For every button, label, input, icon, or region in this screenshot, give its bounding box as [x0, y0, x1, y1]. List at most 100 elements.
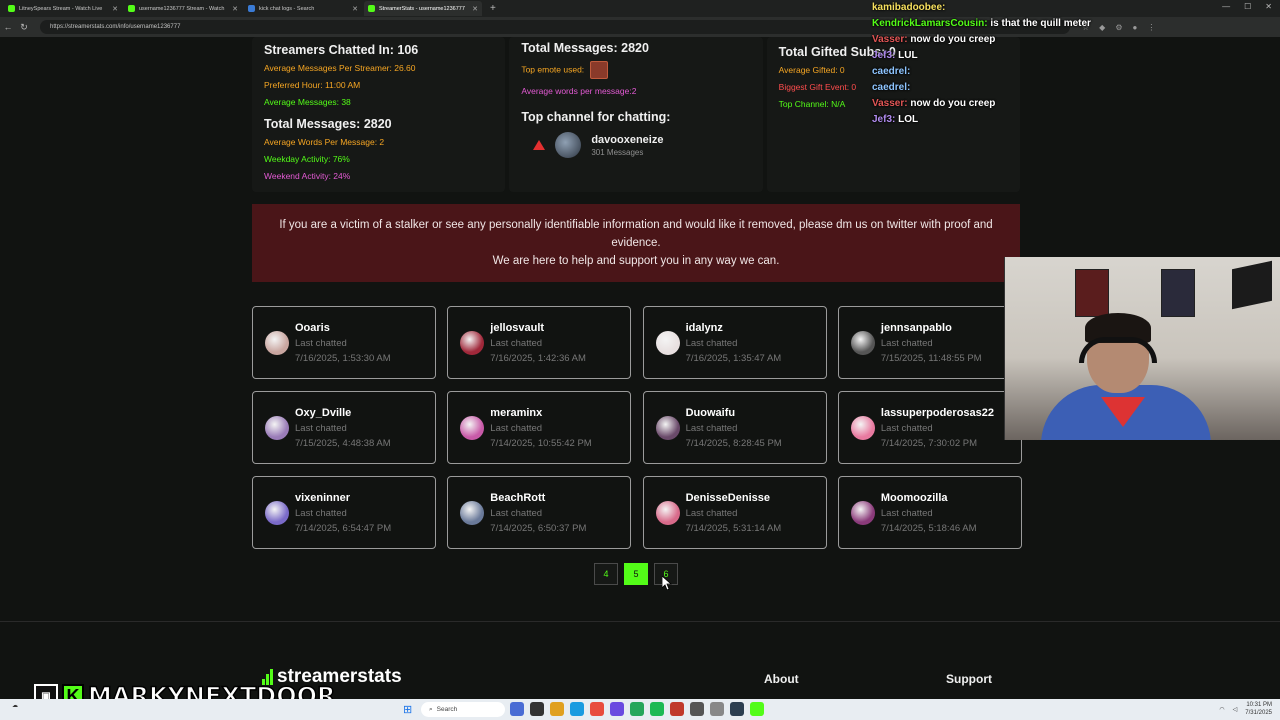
- user-card[interactable]: Moomoozilla Last chatted 7/14/2025, 5:18:4…: [837, 476, 1022, 549]
- user-avatar: [655, 500, 680, 525]
- last-chatted-label: Last chatted: [490, 507, 543, 519]
- chat-message: caedrel:: [872, 80, 1112, 96]
- browser-tab-0[interactable]: LitneySpears Stream - Watch Live ✕: [4, 1, 122, 16]
- app-icon-1[interactable]: [510, 702, 524, 716]
- app-icon-3[interactable]: [550, 702, 564, 716]
- settings-icon[interactable]: ⚙: [1115, 23, 1122, 32]
- last-chatted-date: 7/16/2025, 1:53:30 AM: [295, 352, 391, 364]
- avg-per-streamer: Average Messages Per Streamer: 26.60: [264, 63, 416, 73]
- back-icon[interactable]: ←: [0, 22, 16, 32]
- chat-text: LUL: [898, 50, 918, 61]
- chat-username: Vasser:: [872, 98, 908, 109]
- reload-icon[interactable]: ↻: [16, 22, 32, 33]
- user-card[interactable]: lassuperpoderosas22 Last chatted 7/14/2025…: [837, 391, 1022, 464]
- top-channel-item[interactable]: davooxeneize 301 Messages: [521, 132, 750, 158]
- last-chatted-date: 7/16/2025, 1:42:36 AM: [490, 352, 586, 364]
- wall-poster-2: [1161, 269, 1195, 317]
- page-button-5[interactable]: 5: [624, 563, 648, 585]
- tab-close-icon[interactable]: ✕: [352, 5, 358, 13]
- chat-message: Vasser: now do you creep: [872, 96, 1112, 112]
- user-avatar: [460, 330, 485, 355]
- footer-about-heading: About: [764, 672, 799, 686]
- tab-favicon-icon: [368, 5, 375, 12]
- monitor-shape: [1232, 260, 1272, 310]
- app-icon-7[interactable]: [630, 702, 644, 716]
- chat-username: Jef3:: [872, 114, 896, 125]
- taskbar-clock[interactable]: 10:31 PM 7/31/2025: [1245, 701, 1272, 717]
- privacy-banner: If you are a victim of a stalker or see …: [252, 204, 1020, 282]
- last-chatted-label: Last chatted: [490, 422, 543, 434]
- tab-favicon-icon: [248, 5, 255, 12]
- browser-tab-2[interactable]: kick chat logs - Search ✕: [244, 1, 362, 16]
- chat-username: KendrickLamarsCousin:: [872, 18, 988, 29]
- user-card[interactable]: Duowaifu Last chatted 7/14/2025, 8:28:45 P…: [642, 391, 827, 464]
- user-avatar: [850, 500, 875, 525]
- maximize-icon[interactable]: ☐: [1244, 2, 1251, 11]
- last-chatted-label: Last chatted: [880, 422, 933, 434]
- user-name: meraminx: [490, 406, 543, 419]
- app-icon-6[interactable]: [610, 702, 624, 716]
- streamers-chatted-heading: Streamers Chatted In: 106: [264, 43, 419, 57]
- weekday-activity: Weekday Activity: 76%: [264, 154, 350, 164]
- wifi-icon[interactable]: ◠: [1219, 706, 1224, 713]
- profile-icon[interactable]: ●: [1133, 23, 1138, 32]
- user-card[interactable]: Ooaris Last chatted 7/16/2025, 1:53:30 AM: [252, 306, 436, 379]
- user-card[interactable]: meraminx Last chatted 7/14/2025, 10:55:42 …: [447, 391, 632, 464]
- banner-text-1: If you are a victim of a stalker or see …: [279, 219, 993, 249]
- user-card[interactable]: jellosvault Last chatted 7/16/2025, 1:42:3…: [447, 306, 632, 379]
- weather-icon[interactable]: ☁: [12, 702, 18, 709]
- last-chatted-date: 7/15/2025, 4:48:38 AM: [295, 437, 391, 449]
- chat-username: caedrel:: [872, 82, 911, 93]
- app-icon-11[interactable]: [710, 702, 724, 716]
- last-chatted-date: 7/14/2025, 7:30:02 PM: [880, 437, 978, 449]
- app-icon-9[interactable]: [670, 702, 684, 716]
- app-icon-4[interactable]: [570, 702, 584, 716]
- user-card[interactable]: BeachRott Last chatted 7/14/2025, 6:50:37 …: [447, 476, 632, 549]
- start-icon[interactable]: ⊞: [403, 703, 415, 716]
- user-card[interactable]: idalynz Last chatted 7/16/2025, 1:35:47 AM: [642, 306, 827, 379]
- last-chatted-date: 7/16/2025, 1:35:47 AM: [685, 352, 782, 364]
- menu-icon[interactable]: ⋮: [1147, 23, 1155, 32]
- volume-icon[interactable]: ◁: [1233, 706, 1238, 713]
- chat-username: Vasser:: [872, 34, 908, 45]
- minimize-icon[interactable]: —: [1222, 2, 1230, 11]
- last-chatted-date: 7/14/2025, 6:54:47 PM: [295, 522, 392, 534]
- chat-username: kamibadoobee:: [872, 2, 946, 13]
- app-icon-5[interactable]: [590, 702, 604, 716]
- channel-avatar: [555, 132, 582, 158]
- user-card[interactable]: jennsanpablo Last chatted 7/15/2025, 11:48…: [837, 306, 1022, 379]
- chat-text: is that the quill meter: [990, 18, 1091, 29]
- tab-close-icon[interactable]: ✕: [112, 5, 118, 13]
- app-icon-13[interactable]: [750, 702, 764, 716]
- app-icon-12[interactable]: [730, 702, 744, 716]
- chat-message: kamibadoobee:: [872, 0, 1112, 16]
- browser-tab-1[interactable]: username1236777 Stream - Watch ✕: [124, 1, 242, 16]
- taskbar-search[interactable]: ⌕ Search: [421, 702, 505, 717]
- chat-username: caedrel:: [872, 66, 911, 77]
- new-tab-button[interactable]: +: [484, 3, 502, 14]
- app-icon-10[interactable]: [690, 702, 704, 716]
- user-card[interactable]: DenisseDenisse Last chatted 7/14/2025, 5:3…: [642, 476, 827, 549]
- tab-title: username1236777 Stream - Watch: [139, 5, 225, 12]
- top-emote: Top emote used:: [521, 61, 750, 79]
- avg-words-per-message: Average words per message:2: [521, 86, 637, 96]
- user-avatar: [265, 500, 289, 525]
- tab-close-icon[interactable]: ✕: [232, 5, 238, 13]
- chat-message: KendrickLamarsCousin: is that the quill …: [872, 16, 1112, 32]
- user-card[interactable]: Oxy_Dville Last chatted 7/15/2025, 4:48:38…: [252, 391, 436, 464]
- wall-poster: [1075, 269, 1109, 317]
- close-icon[interactable]: ✕: [1265, 2, 1272, 11]
- chat-message: Jef3: LOL: [872, 112, 1112, 128]
- last-chatted-label: Last chatted: [295, 337, 347, 349]
- taskbar-apps: [510, 702, 764, 716]
- user-card[interactable]: vixeninner Last chatted 7/14/2025, 6:54:47…: [252, 476, 436, 549]
- user-avatar: [460, 500, 485, 525]
- browser-tab-3[interactable]: StreamerStats - username1236777 ✕: [364, 1, 482, 16]
- page-button-4[interactable]: 4: [594, 563, 618, 585]
- app-icon-8[interactable]: [650, 702, 664, 716]
- app-icon-2[interactable]: [530, 702, 544, 716]
- last-chatted-label: Last chatted: [295, 507, 347, 519]
- tab-close-icon[interactable]: ✕: [472, 5, 478, 13]
- tab-title: StreamerStats - username1236777: [379, 5, 465, 12]
- chat-text: now do you creep: [910, 98, 996, 109]
